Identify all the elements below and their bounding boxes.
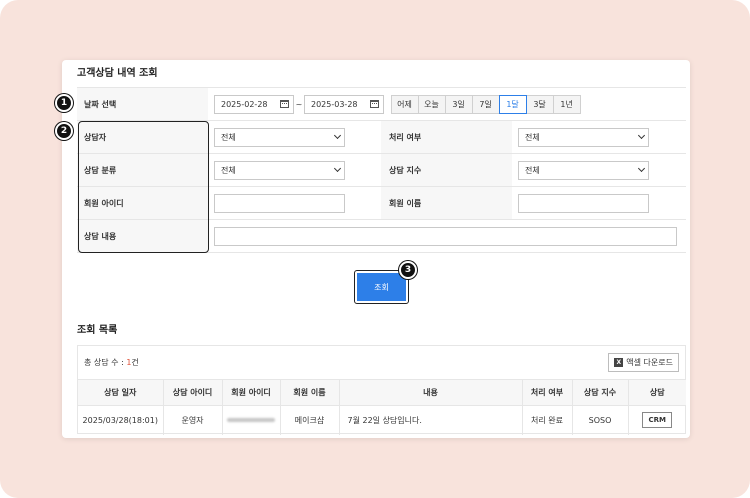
chevron-down-icon [637,131,646,140]
total-count-label: 총 상담 수 : [84,358,127,367]
period-button-yesterday[interactable]: 어제 [390,94,419,114]
main-card: 고객상담 내역 조회 날짜 선택 2025-02-28 ~ 2025-03-28… [62,60,690,438]
period-button-3months[interactable]: 3달 [525,94,554,114]
chevron-down-icon [333,131,342,140]
column-header: 내용 [339,379,523,406]
column-header: 처리 여부 [522,379,573,406]
cell-content[interactable]: 7월 22일 상담입니다. [339,405,523,435]
date-to-input[interactable]: 2025-03-28 [304,94,384,114]
column-header: 상담 일자 [78,379,164,406]
table-row[interactable]: 2025/03/28(18:01) 운영자 메이크샵 7월 22일 상담입니다.… [78,405,686,435]
cell-member-name: 메이크샵 [280,405,340,435]
status-select-value: 전체 [525,132,540,142]
table-header-row: 상담 일자 상담 아이디 회원 아이디 회원 이름 내용 처리 여부 상담 지수… [78,379,686,406]
content-input[interactable] [214,226,677,246]
result-box: 총 상담 수 : 1건 X 액셀 다운로드 상담 일자 상담 아이디 회원 아이… [77,345,686,435]
column-header: 상담 아이디 [163,379,223,406]
counselor-select-value: 전체 [221,132,236,142]
chevron-down-icon [637,164,646,173]
excel-download-button[interactable]: X 액셀 다운로드 [608,353,679,372]
category-select-value: 전체 [221,165,236,175]
cell-counselor-id: 운영자 [163,405,223,435]
cell-status: 처리 완료 [522,405,573,435]
period-button-1month[interactable]: 1달 [498,94,527,114]
member-name-input[interactable] [518,193,649,213]
blurred-member-id [227,418,275,423]
index-select[interactable]: 전체 [518,160,649,180]
content-label: 상담 내용 [77,219,208,253]
member-id-input[interactable] [214,193,345,213]
cell-member-id [222,405,281,435]
date-separator: ~ [295,99,303,109]
calendar-icon[interactable] [370,100,379,108]
status-label: 처리 여부 [381,120,512,154]
date-to-value: 2025-03-28 [311,99,358,109]
index-select-value: 전체 [525,165,540,175]
status-select[interactable]: 전체 [518,127,649,147]
counselor-label: 상담자 [77,120,208,154]
period-button-7days[interactable]: 7일 [471,94,500,114]
step-badge-1: 1 [55,94,73,112]
date-label: 날짜 선택 [77,87,208,121]
search-section-title: 고객상담 내역 조회 [77,68,158,79]
excel-download-label: 액셀 다운로드 [626,358,673,367]
category-select[interactable]: 전체 [214,160,345,180]
search-button[interactable]: 조회 [357,273,406,301]
step-badge-2: 2 [55,122,73,140]
member-id-label: 회원 아이디 [77,186,208,220]
cell-date: 2025/03/28(18:01) [78,405,164,435]
period-button-1year[interactable]: 1년 [552,94,581,114]
result-header: 총 상담 수 : 1건 X 액셀 다운로드 [78,346,685,379]
period-button-group: 어제 오늘 3일 7일 1달 3달 1년 [390,94,581,114]
cell-index: SOSO [572,405,629,435]
period-button-3days[interactable]: 3일 [444,94,473,114]
result-section-title: 조회 목록 [77,325,118,336]
chevron-down-icon [333,164,342,173]
date-from-value: 2025-02-28 [221,99,268,109]
cell-crm: CRM [628,406,686,435]
member-name-label: 회원 이름 [381,186,512,220]
column-header: 회원 이름 [280,379,340,406]
search-form-table: 날짜 선택 2025-02-28 ~ 2025-03-28 어제 오늘 3일 7… [77,87,686,253]
result-table: 상담 일자 상담 아이디 회원 아이디 회원 이름 내용 처리 여부 상담 지수… [78,379,686,435]
calendar-icon[interactable] [280,100,289,108]
period-button-today[interactable]: 오늘 [417,94,446,114]
step-badge-3: 3 [399,261,417,279]
index-label: 상담 지수 [381,153,512,187]
total-count: 총 상담 수 : 1건 [84,357,139,368]
crm-button[interactable]: CRM [642,412,673,429]
column-header: 상담 지수 [572,379,629,406]
total-count-unit: 건 [131,358,139,367]
excel-icon: X [614,358,624,367]
counselor-select[interactable]: 전체 [214,127,345,147]
column-header: 회원 아이디 [222,379,281,406]
column-header: 상담 [628,379,686,406]
date-from-input[interactable]: 2025-02-28 [214,94,294,114]
category-label: 상담 분류 [77,153,208,187]
